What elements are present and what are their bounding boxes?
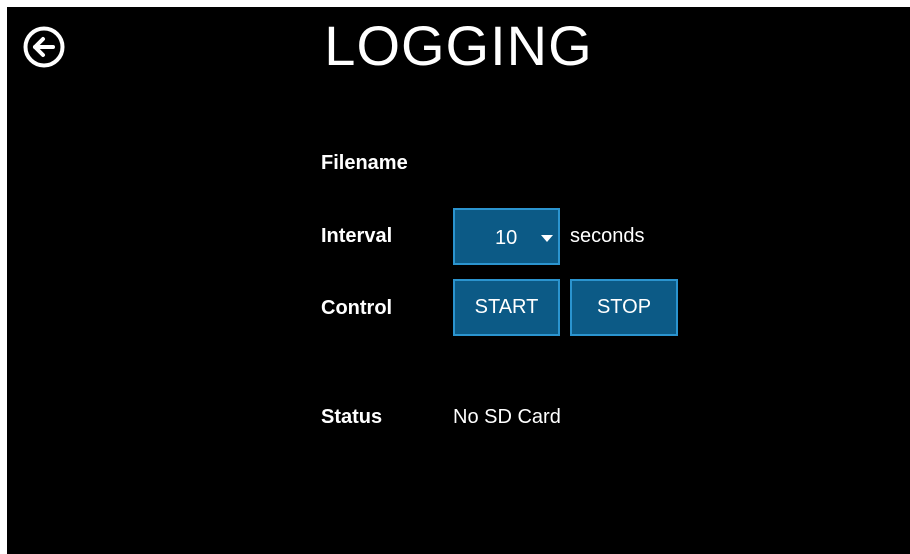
logging-screen: LOGGING Filename Interval 10 seconds Con… [7, 7, 910, 554]
start-button[interactable]: START [453, 279, 560, 336]
interval-dropdown[interactable]: 10 [453, 208, 560, 265]
status-value: No SD Card [453, 406, 561, 428]
stop-button[interactable]: STOP [570, 279, 678, 336]
interval-label: Interval [321, 225, 393, 247]
page-title: LOGGING [324, 14, 593, 77]
status-label: Status [321, 406, 383, 428]
interval-unit: seconds [570, 225, 645, 247]
control-label: Control [321, 297, 393, 319]
filename-label: Filename [321, 152, 408, 174]
caret-down-icon [541, 235, 553, 242]
interval-value: 10 [495, 227, 518, 249]
